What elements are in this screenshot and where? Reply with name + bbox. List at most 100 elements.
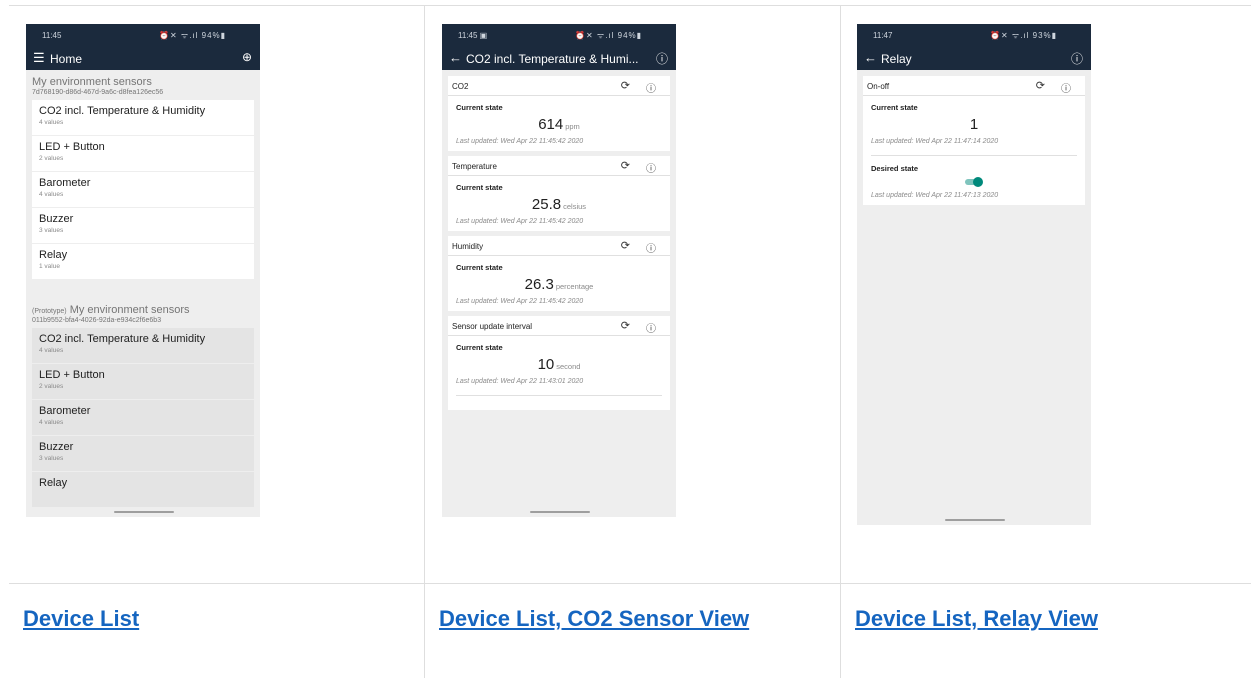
divider bbox=[871, 155, 1077, 156]
cell-device-list: 11:45 ⏰✕ ᯤ.ıl 94%▮ ☰ Home ⊕ My environme… bbox=[9, 6, 425, 584]
list-item[interactable]: Buzzer 3 values bbox=[32, 436, 254, 471]
card-header: Humidity ⟳ ⓘ bbox=[448, 236, 670, 256]
value-row: 614 ppm bbox=[456, 116, 662, 134]
caption-cell: Device List, CO2 Sensor View bbox=[425, 584, 841, 678]
desired-state-label: Desired state bbox=[871, 164, 919, 173]
group-title-text: My environment sensors bbox=[69, 304, 190, 316]
sensor-value: 25.8 bbox=[531, 196, 562, 213]
current-state-label: Current state bbox=[871, 103, 918, 112]
info-icon[interactable]: ⓘ bbox=[656, 50, 668, 67]
info-icon[interactable]: ⓘ bbox=[646, 80, 656, 95]
desired-state-toggle[interactable] bbox=[965, 176, 983, 188]
list-item[interactable]: LED + Button 2 values bbox=[32, 136, 254, 171]
status-time: 11:47 bbox=[873, 31, 893, 40]
card-title: Temperature bbox=[452, 162, 497, 171]
card-title: Humidity bbox=[452, 242, 484, 251]
list-item[interactable]: Barometer 4 values bbox=[32, 400, 254, 435]
sensor-card: CO2 ⟳ ⓘ Current state 614 ppm Last update… bbox=[448, 76, 670, 151]
caption-link-co2-view[interactable]: Device List, CO2 Sensor View bbox=[439, 606, 749, 632]
sensor-value: 10 bbox=[537, 356, 555, 373]
status-icons: ⏰✕ ᯤ.ıl 94%▮ bbox=[159, 31, 227, 40]
list-item[interactable]: Buzzer 3 values bbox=[32, 208, 254, 243]
cell-co2-sensor-view: 11:45 ▣ ⏰✕ ᯤ.ıl 94%▮ ← CO2 incl. Tempera… bbox=[425, 6, 841, 584]
device-values-count: 4 values bbox=[39, 119, 64, 126]
device-name: Buzzer bbox=[39, 213, 74, 225]
device-values-count: 2 values bbox=[39, 383, 64, 390]
value-row: 26.3 percentage bbox=[456, 276, 662, 294]
device-values-count: 1 value bbox=[39, 263, 60, 270]
refresh-icon[interactable]: ⟳ bbox=[621, 79, 630, 92]
value-row: 10 second bbox=[456, 356, 662, 374]
list-item[interactable]: Relay 1 value bbox=[32, 244, 254, 279]
gesture-handle[interactable] bbox=[945, 519, 1005, 521]
app-bar: ☰ Home ⊕ bbox=[26, 46, 260, 70]
card-body: Current state 10 second Last updated: Wed… bbox=[448, 336, 670, 410]
app-bar: ← CO2 incl. Temperature & Humi... ⓘ bbox=[442, 46, 676, 70]
info-icon[interactable]: ⓘ bbox=[646, 240, 656, 255]
back-arrow-icon[interactable]: ← bbox=[449, 50, 462, 65]
status-bar: 11:45 ⏰✕ ᯤ.ıl 94%▮ bbox=[26, 24, 260, 46]
value-row: 1 bbox=[871, 116, 1077, 134]
card-body: Current state 26.3 percentage Last update… bbox=[448, 256, 670, 311]
current-state-label: Current state bbox=[456, 343, 503, 352]
phone-relay-screen: 11:47 ⏰✕ ᯤ.ıl 93%▮ ← Relay ⓘ On-off ⟳ ⓘ … bbox=[857, 24, 1091, 525]
sensor-value: 26.3 bbox=[524, 276, 554, 293]
list-item[interactable]: CO2 incl. Temperature & Humidity 4 values bbox=[32, 100, 254, 135]
refresh-icon[interactable]: ⟳ bbox=[1036, 79, 1045, 92]
device-name: CO2 incl. Temperature & Humidity bbox=[39, 105, 206, 117]
gesture-handle[interactable] bbox=[114, 511, 174, 513]
device-name: Relay bbox=[39, 477, 68, 489]
list-item[interactable]: Barometer 4 values bbox=[32, 172, 254, 207]
group-id: 7d768190-d86d-467d-9a6c-d8fea126ec56 bbox=[32, 89, 164, 96]
info-icon[interactable]: ⓘ bbox=[1071, 50, 1083, 67]
status-time: 11:45 bbox=[42, 31, 62, 40]
list-item[interactable]: LED + Button 2 values bbox=[32, 364, 254, 399]
card-header: Sensor update interval ⟳ ⓘ bbox=[448, 316, 670, 336]
app-bar: ← Relay ⓘ bbox=[857, 46, 1091, 70]
gesture-handle[interactable] bbox=[530, 511, 590, 513]
refresh-icon[interactable]: ⟳ bbox=[621, 319, 630, 332]
phone-home-screen: 11:45 ⏰✕ ᯤ.ıl 94%▮ ☰ Home ⊕ My environme… bbox=[26, 24, 260, 517]
caption-cell: Device List, Relay View bbox=[841, 584, 1251, 678]
caption-link-device-list[interactable]: Device List bbox=[23, 606, 139, 632]
info-icon[interactable]: ⓘ bbox=[646, 320, 656, 335]
device-values-count: 3 values bbox=[39, 455, 64, 462]
device-values-count: 2 values bbox=[39, 155, 64, 162]
last-updated: Last updated: Wed Apr 22 11:45:42 2020 bbox=[456, 138, 584, 145]
device-name: Barometer bbox=[39, 177, 91, 189]
toggle-knob bbox=[973, 177, 983, 187]
sensor-card: Humidity ⟳ ⓘ Current state 26.3 percentag… bbox=[448, 236, 670, 311]
add-circle-icon[interactable]: ⊕ bbox=[242, 50, 252, 64]
info-icon[interactable]: ⓘ bbox=[1061, 80, 1071, 95]
phone-co2-screen: 11:45 ▣ ⏰✕ ᯤ.ıl 94%▮ ← CO2 incl. Tempera… bbox=[442, 24, 676, 517]
refresh-icon[interactable]: ⟳ bbox=[621, 159, 630, 172]
card-body: Current state 25.8 celsius Last updated: … bbox=[448, 176, 670, 231]
back-arrow-icon[interactable]: ← bbox=[864, 50, 877, 65]
sensor-unit: celsius bbox=[563, 202, 587, 211]
list-item[interactable]: CO2 incl. Temperature & Humidity 4 values bbox=[32, 328, 254, 363]
device-name: CO2 incl. Temperature & Humidity bbox=[39, 333, 206, 345]
device-name: LED + Button bbox=[39, 369, 105, 381]
status-bar: 11:47 ⏰✕ ᯤ.ıl 93%▮ bbox=[857, 24, 1091, 46]
divider bbox=[456, 395, 662, 396]
sensor-unit: percentage bbox=[555, 282, 594, 291]
info-icon[interactable]: ⓘ bbox=[646, 160, 656, 175]
prototype-prefix: (Prototype) bbox=[32, 308, 67, 315]
group-title: (Prototype) My environment sensors bbox=[32, 304, 254, 316]
last-updated: Last updated: Wed Apr 22 11:45:42 2020 bbox=[456, 298, 584, 305]
caption-cell: Device List bbox=[9, 584, 425, 678]
sensor-unit: ppm bbox=[565, 122, 580, 131]
refresh-icon[interactable]: ⟳ bbox=[621, 239, 630, 252]
device-values-count: 3 values bbox=[39, 227, 64, 234]
sensor-card: Temperature ⟳ ⓘ Current state 25.8 celsiu… bbox=[448, 156, 670, 231]
current-state-label: Current state bbox=[456, 103, 503, 112]
device-name: Barometer bbox=[39, 405, 91, 417]
status-time: 11:45 ▣ bbox=[458, 31, 488, 40]
device-values-count: 4 values bbox=[39, 191, 64, 198]
card-header: Temperature ⟳ ⓘ bbox=[448, 156, 670, 176]
caption-link-relay-view[interactable]: Device List, Relay View bbox=[855, 606, 1098, 632]
list-item[interactable]: Relay bbox=[32, 472, 254, 507]
last-updated: Last updated: Wed Apr 22 11:45:42 2020 bbox=[456, 218, 584, 225]
menu-icon[interactable]: ☰ bbox=[33, 50, 45, 66]
sensor-unit: second bbox=[556, 362, 581, 371]
